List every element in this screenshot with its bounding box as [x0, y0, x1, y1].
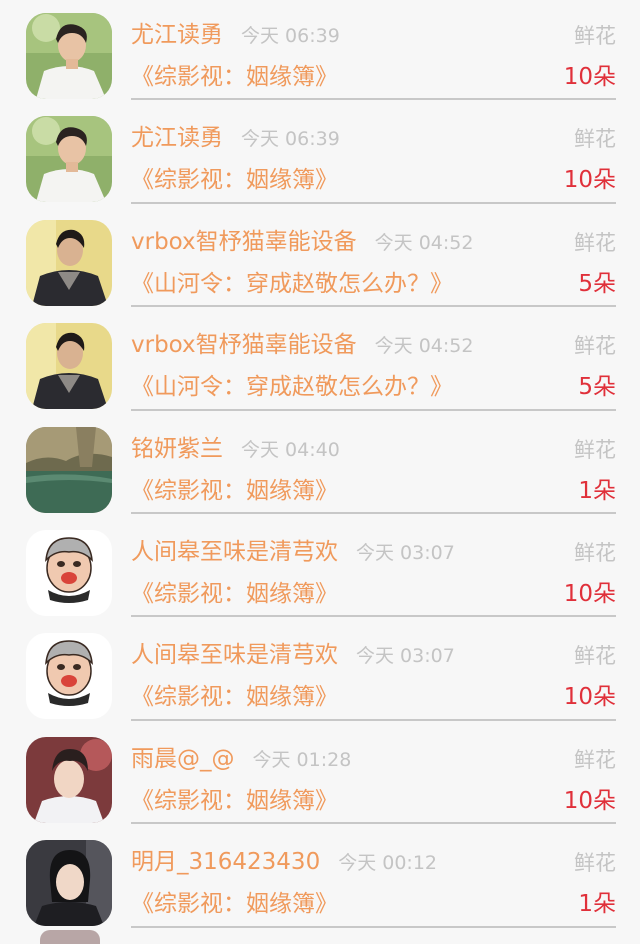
- avatar[interactable]: [26, 840, 112, 927]
- avatar[interactable]: [26, 323, 112, 410]
- sender-name: 雨晨@_@ 今天 01:28: [131, 745, 351, 774]
- gift-count: 10朵: [563, 167, 616, 194]
- divider: [131, 408, 616, 411]
- divider: [131, 201, 616, 204]
- sender-name: vrbox智杼猫辜能设备 今天 04:52: [131, 331, 473, 360]
- sender-name: 明月_316423430 今天 00:12: [131, 848, 437, 877]
- timestamp: 今天 06:39: [241, 128, 340, 151]
- gift-type: 鲜花: [574, 334, 616, 359]
- gift-type: 鲜花: [574, 644, 616, 669]
- list-item[interactable]: 雨晨@_@ 今天 01:28 鲜花 《综影视：姻缘簿》 10朵: [0, 724, 640, 827]
- list-item[interactable]: 尤江读勇 今天 06:39 鲜花 《综影视：姻缘簿》 10朵: [0, 0, 640, 103]
- gift-type: 鲜花: [574, 230, 616, 255]
- sender-name-text: 人间皋至味是清芎欢: [131, 642, 338, 669]
- divider: [131, 98, 616, 101]
- gift-type: 鲜花: [574, 540, 616, 565]
- timestamp: 今天 04:52: [374, 231, 474, 254]
- timestamp: 今天 03:07: [356, 541, 455, 564]
- list-item[interactable]: vrbox智杼猫辜能设备 今天 04:52 鲜花 《山河令：穿成赵敬怎么办？》 5…: [0, 207, 640, 310]
- list-item[interactable]: 尤江读勇 今天 06:39 鲜花 《综影视：姻缘簿》 10朵: [0, 103, 640, 206]
- book-title[interactable]: 《综影视：姻缘簿》: [131, 787, 338, 815]
- timestamp: 今天 00:12: [338, 852, 437, 875]
- divider: [131, 305, 616, 308]
- divider: [131, 718, 616, 721]
- sender-name: vrbox智杼猫辜能设备 今天 04:52: [131, 228, 473, 257]
- list-item[interactable]: 人间皋至味是清芎欢 今天 03:07 鲜花 《综影视：姻缘簿》 10朵: [0, 517, 640, 620]
- book-title[interactable]: 《综影视：姻缘簿》: [131, 580, 338, 608]
- timestamp: 今天 06:39: [241, 25, 340, 47]
- sender-name-text: 明月_316423430: [131, 849, 321, 876]
- gift-count: 10朵: [563, 580, 616, 607]
- gift-type: 鲜花: [574, 437, 616, 462]
- gift-type: 鲜花: [574, 747, 616, 772]
- book-title[interactable]: 《综影视：姻缘簿》: [131, 166, 338, 194]
- avatar[interactable]: [26, 529, 112, 616]
- gift-count: 10朵: [563, 787, 616, 814]
- timestamp: 今天 03:07: [356, 645, 455, 668]
- avatar[interactable]: [26, 116, 112, 203]
- sender-name-text: 尤江读勇: [131, 125, 223, 152]
- sender-name-text: 尤江读勇: [131, 22, 223, 48]
- book-title[interactable]: 《综影视：姻缘簿》: [131, 63, 338, 91]
- gift-count: 1朵: [578, 477, 616, 504]
- list-item[interactable]: vrbox智杼猫辜能设备 今天 04:52 鲜花 《山河令：穿成赵敬怎么办？》 5…: [0, 310, 640, 413]
- avatar[interactable]: [26, 736, 112, 823]
- gift-count: 10朵: [563, 64, 616, 90]
- gift-type: 鲜花: [574, 851, 616, 876]
- gift-count: 5朵: [578, 374, 616, 401]
- gift-count: 10朵: [563, 684, 616, 711]
- sender-name-text: 人间皋至味是清芎欢: [131, 538, 338, 565]
- divider: [131, 822, 616, 825]
- divider: [131, 615, 616, 618]
- book-title[interactable]: 《综影视：姻缘簿》: [131, 683, 338, 711]
- sender-name: 铭妍紫兰 今天 04:40: [131, 435, 340, 464]
- avatar[interactable]: [26, 219, 112, 306]
- timestamp: 今天 01:28: [252, 748, 352, 771]
- book-title[interactable]: 《综影视：姻缘簿》: [131, 890, 338, 918]
- sender-name-text: 雨晨@_@: [131, 745, 235, 772]
- sender-name-text: vrbox智杼猫辜能设备: [131, 332, 357, 359]
- gift-count: 5朵: [578, 270, 616, 297]
- sender-name: 尤江读勇 今天 06:39: [131, 124, 340, 153]
- avatar[interactable]: [26, 633, 112, 720]
- book-title[interactable]: 《综影视：姻缘簿》: [131, 477, 338, 505]
- list-item[interactable]: 人间皋至味是清芎欢 今天 03:07 鲜花 《综影视：姻缘簿》 10朵: [0, 620, 640, 723]
- gift-message-list[interactable]: 尤江读勇 今天 06:39 鲜花 《综影视：姻缘簿》 10朵 尤江读勇 今天 06:…: [0, 0, 640, 944]
- gift-type: 鲜花: [574, 24, 616, 48]
- divider: [131, 925, 616, 928]
- list-item[interactable]: 铭妍紫兰 今天 04:40 鲜花 《综影视：姻缘簿》 1朵: [0, 414, 640, 517]
- avatar[interactable]: [26, 13, 112, 99]
- timestamp: 今天 04:40: [241, 438, 340, 461]
- timestamp: 今天 04:52: [374, 335, 474, 358]
- sender-name: 尤江读勇 今天 06:39: [131, 21, 340, 50]
- list-item[interactable]: 明月_316423430 今天 00:12 鲜花 《综影视：姻缘簿》 1朵: [0, 827, 640, 930]
- sender-name: 人间皋至味是清芎欢 今天 03:07: [131, 641, 455, 670]
- gift-count: 1朵: [578, 891, 616, 918]
- next-avatar-peek: [40, 930, 100, 944]
- book-title[interactable]: 《山河令：穿成赵敬怎么办？》: [131, 270, 453, 298]
- sender-name-text: 铭妍紫兰: [131, 435, 223, 462]
- sender-name: 人间皋至味是清芎欢 今天 03:07: [131, 538, 455, 567]
- book-title[interactable]: 《山河令：穿成赵敬怎么办？》: [131, 373, 453, 401]
- gift-type: 鲜花: [574, 127, 616, 152]
- avatar[interactable]: [26, 426, 112, 513]
- sender-name-text: vrbox智杼猫辜能设备: [131, 228, 357, 255]
- divider: [131, 511, 616, 514]
